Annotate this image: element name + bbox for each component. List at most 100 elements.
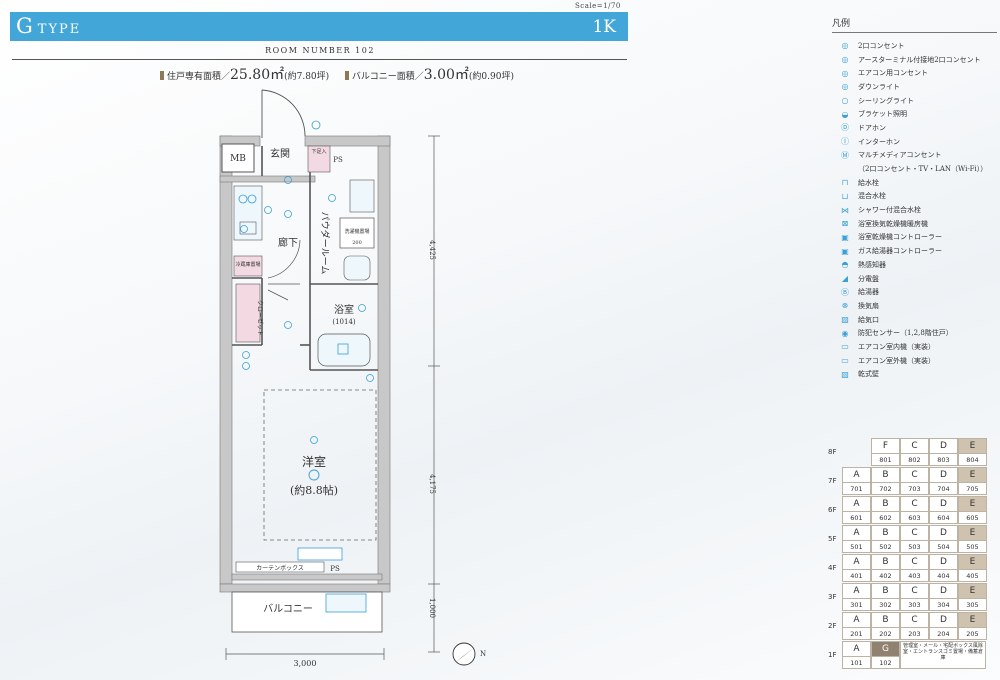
unit-type: E [959, 526, 986, 541]
heat-sensor-icon: ◓ [841, 260, 849, 270]
unit-cell: A 601 [842, 496, 871, 524]
closet-label: クローゼット [256, 300, 264, 336]
outlet-icon [264, 206, 272, 214]
unit-type: D [930, 526, 957, 541]
unit-cell: A 701 [842, 467, 871, 495]
unit-cell: C 802 [900, 438, 929, 466]
water-tap-icon: ⊓ [841, 178, 849, 188]
unit-type: D [930, 439, 957, 454]
floor-label: 8F [828, 448, 837, 456]
legend-item: ⊗ 換気扇 [832, 299, 997, 313]
ceiling-light-icon: ○ [841, 96, 849, 106]
unit-cell: E 804 [958, 438, 987, 466]
unit-number: 204 [937, 630, 950, 638]
unit-type: A [843, 613, 870, 628]
entrance-door [261, 89, 306, 138]
unit-type: A [843, 642, 870, 657]
unit-type: E [959, 468, 986, 483]
unit-type: A [843, 497, 870, 512]
legend-item: Ⓑ 給湯器 [832, 285, 997, 299]
unit-number: 403 [908, 572, 921, 580]
legend-text: ガス給湯器コントローラー [858, 247, 942, 256]
legend-item: ▭ エアコン室内機（実装） [832, 340, 997, 354]
unit-type: B [872, 468, 899, 483]
double-outlet-icon: ◎ [841, 41, 849, 51]
unit-number: 401 [850, 572, 863, 580]
unit-number: 203 [908, 630, 921, 638]
unit-cell: D 504 [929, 525, 958, 553]
ps-top-label: PS [333, 156, 343, 164]
unit-cell: A 501 [842, 525, 871, 553]
unit-cell: D 204 [929, 612, 958, 640]
unit-cell: D 803 [929, 438, 958, 466]
legend-text: 給水栓 [858, 178, 879, 187]
unit-type: D [930, 613, 957, 628]
unit-cell: C 703 [900, 467, 929, 495]
aircon-indoor-icon: ▭ [841, 342, 849, 352]
floor-label: 1F [828, 651, 837, 659]
floor-label: 3F [828, 593, 837, 601]
unit-cell: E 305 [958, 583, 987, 611]
distribution-board-icon: ◢ [841, 274, 849, 284]
north-arrow-icon [452, 642, 476, 666]
legend-text: 混合水栓 [858, 192, 886, 201]
unit-number: 702 [879, 485, 892, 493]
downlight-icon [284, 321, 292, 329]
unit-cell: D 304 [929, 583, 958, 611]
bracket-light-icon: ◒ [841, 109, 849, 119]
legend-item: Ⓜ マルチメディアコンセント [832, 149, 997, 163]
unit-type: B [872, 526, 899, 541]
floor-label: 4F [828, 564, 837, 572]
unit-cell: B 402 [871, 554, 900, 582]
unit-number: 303 [908, 601, 921, 609]
unit-cell: G 102 [871, 641, 900, 669]
unit-cell: E 605 [958, 496, 987, 524]
floor-label: 5F [828, 535, 837, 543]
unit-type: C [901, 439, 928, 454]
unit-number: 803 [937, 456, 950, 464]
legend-title: 凡例 [832, 16, 997, 33]
unit-number: 301 [850, 601, 863, 609]
unit-cell: A 301 [842, 583, 871, 611]
unit-type: B [872, 584, 899, 599]
legend-text: ブラケット照明 [858, 110, 907, 119]
unit-type: E [959, 497, 986, 512]
unit-number: 202 [879, 630, 892, 638]
doorphone-icon [311, 120, 321, 130]
legend-item: （2口コンセント・TV・LAN（Wi-Fi）） [832, 162, 997, 176]
fridge-label: 冷蔵庫置場 [235, 261, 260, 268]
common-area-cell: 管理室・メール・宅配ボックス風除室・エントランスゴミ置場・備蓄倉庫 [900, 641, 986, 669]
legend-item: ◎ アースターミナル付接地2口コンセント [832, 53, 997, 67]
ceiling-light-icon [308, 469, 320, 481]
legend-item: ○ シーリングライト [832, 94, 997, 108]
aircon-indoor-icon [297, 547, 343, 561]
western-label: 洋室 [302, 454, 326, 469]
legend-text: ドアホン [858, 123, 886, 132]
unit-cell: C 503 [900, 525, 929, 553]
unit-number: 704 [937, 485, 950, 493]
unit-cell: B 302 [871, 583, 900, 611]
legend-item: ◎ エアコン用コンセント [832, 66, 997, 80]
dim-1000: 1,000 [428, 598, 436, 618]
legend-item: ⋈ シャワー付混合水栓 [832, 203, 997, 217]
kitchen-counter [233, 185, 263, 241]
unit-number: 603 [908, 514, 921, 522]
multimedia-outlet-icon [242, 351, 250, 359]
floor-label: 6F [828, 506, 837, 514]
ps-bottom-label: PS [330, 565, 340, 573]
unit-number: 502 [879, 543, 892, 551]
shower-tap-icon: ⋈ [841, 205, 849, 215]
unit-type: E [959, 439, 986, 454]
legend-item: ⊔ 混合水栓 [832, 190, 997, 204]
unit-type: B [872, 497, 899, 512]
mb-label: MB [230, 154, 246, 164]
fixtures [240, 120, 374, 444]
legend-item: ▨ 給気口 [832, 313, 997, 327]
legend-item: Ⓓ ドアホン [832, 121, 997, 135]
unit-number: 703 [908, 485, 921, 493]
water-heater-icon: Ⓑ [841, 287, 849, 297]
legend-item: ◎ ダウンライト [832, 80, 997, 94]
legend-text: シャワー付混合水栓 [858, 206, 921, 215]
washer-sub: 200 [352, 240, 362, 246]
unit-type: C [901, 613, 928, 628]
